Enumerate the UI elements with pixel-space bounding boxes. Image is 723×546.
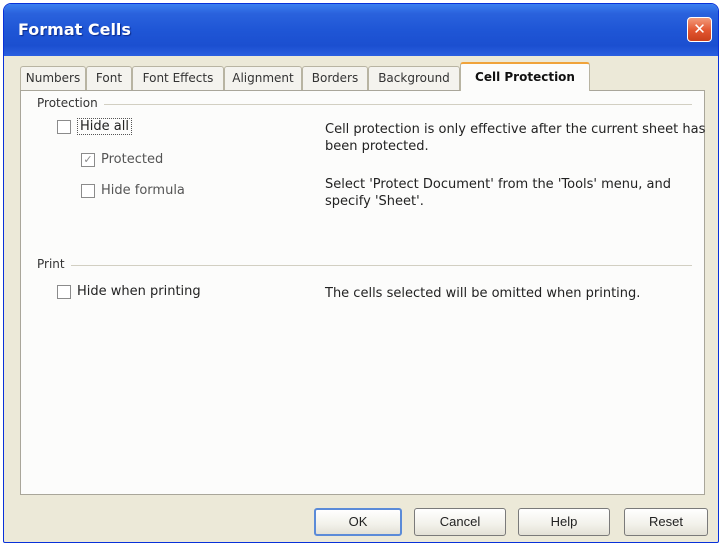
checkmark-icon: ✓: [83, 152, 93, 166]
protected-label: Protected: [101, 152, 164, 167]
tab-font-effects[interactable]: Font Effects: [132, 66, 224, 90]
protection-separator: [37, 104, 692, 105]
cancel-button[interactable]: Cancel: [414, 508, 506, 536]
hide-all-label: Hide all: [77, 118, 132, 135]
reset-button[interactable]: Reset: [624, 508, 708, 536]
hide-formula-box[interactable]: [81, 183, 95, 198]
title-bar[interactable]: Format Cells ✕: [4, 4, 718, 56]
print-separator: [37, 265, 692, 266]
format-cells-dialog: Format Cells ✕ Numbers Font Font Effects…: [3, 3, 719, 543]
hide-formula-label: Hide formula: [101, 183, 185, 198]
tab-alignment[interactable]: Alignment: [224, 66, 302, 90]
hide-when-printing-label: Hide when printing: [77, 284, 201, 299]
window-title: Format Cells: [18, 20, 131, 39]
button-row: OK Cancel Help Reset: [4, 504, 718, 540]
hide-formula-checkbox[interactable]: Hide formula: [81, 183, 185, 198]
tab-font[interactable]: Font: [86, 66, 132, 90]
hide-all-checkbox[interactable]: Hide all: [57, 118, 132, 135]
tab-background[interactable]: Background: [368, 66, 460, 90]
ok-button[interactable]: OK: [314, 508, 402, 536]
cell-protection-panel: Protection Hide all ✓ Protected Hide for…: [20, 90, 705, 495]
protection-group-label: Protection: [37, 96, 104, 110]
protection-description: Cell protection is only effective after …: [325, 122, 706, 154]
tab-borders[interactable]: Borders: [302, 66, 368, 90]
tab-bar: Numbers Font Font Effects Alignment Bord…: [20, 62, 718, 91]
protect-document-hint: Select 'Protect Document' from the 'Tool…: [325, 177, 671, 209]
print-group-label: Print: [37, 257, 71, 271]
print-description: The cells selected will be omitted when …: [325, 286, 641, 301]
protected-box[interactable]: ✓: [81, 152, 95, 167]
hide-all-box[interactable]: [57, 119, 71, 134]
hide-when-printing-checkbox[interactable]: Hide when printing: [57, 284, 201, 299]
tab-cell-protection[interactable]: Cell Protection: [460, 62, 590, 91]
hide-when-printing-box[interactable]: [57, 284, 71, 299]
close-button[interactable]: ✕: [687, 17, 712, 42]
tab-numbers[interactable]: Numbers: [20, 66, 86, 90]
close-icon: ✕: [693, 20, 706, 38]
help-button[interactable]: Help: [518, 508, 610, 536]
protected-checkbox[interactable]: ✓ Protected: [81, 152, 163, 167]
